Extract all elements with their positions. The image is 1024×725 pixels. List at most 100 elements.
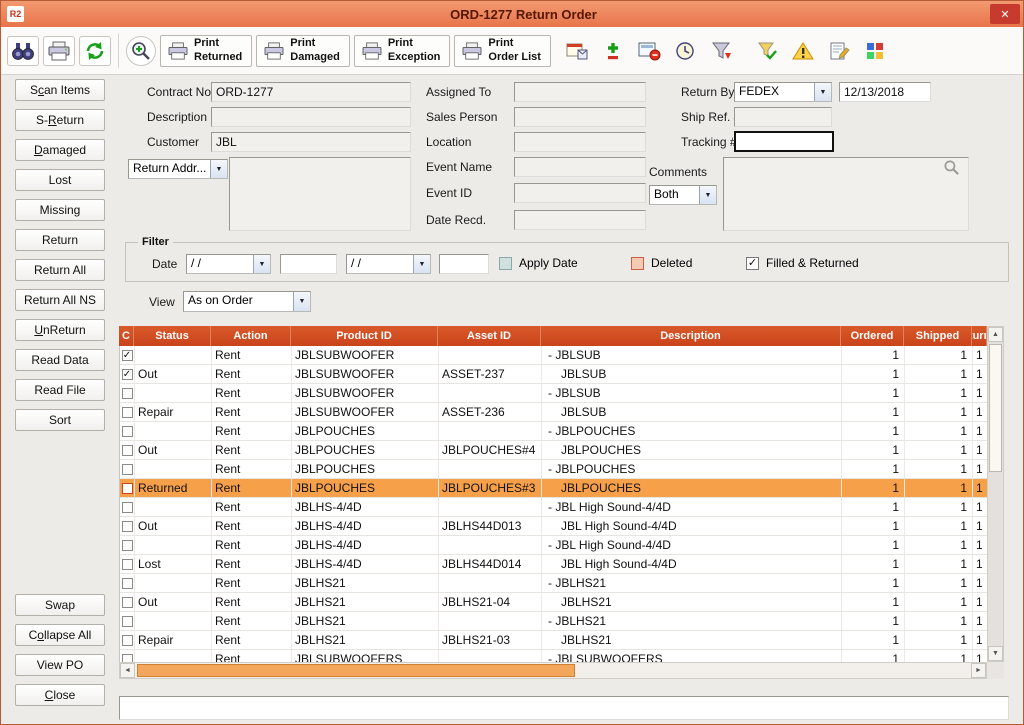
- table-row[interactable]: RentJBLPOUCHES- JBLPOUCHES111: [120, 422, 1004, 441]
- scroll-up-icon[interactable]: [988, 327, 1003, 342]
- ship-ref-field[interactable]: [734, 107, 832, 127]
- table-row[interactable]: RentJBLSUBWOOFERS- JBLSUBWOOFERS111: [120, 650, 1004, 662]
- sidebar-button-swap[interactable]: Swap: [15, 594, 105, 616]
- edit-notes-icon[interactable]: [823, 36, 855, 66]
- table-row[interactable]: RentJBLSUBWOOFER- JBLSUB111: [120, 346, 1004, 365]
- chevron-down-icon[interactable]: [210, 160, 227, 178]
- chevron-down-icon[interactable]: [413, 255, 430, 273]
- table-row[interactable]: RentJBLSUBWOOFER- JBLSUB111: [120, 384, 1004, 403]
- column-header-returned[interactable]: Returned: [972, 326, 987, 346]
- checkbox-box[interactable]: ✓: [746, 257, 759, 270]
- sidebar-button-return-all[interactable]: Return All: [15, 259, 105, 281]
- print-order-list-button[interactable]: PrintOrder List: [454, 35, 551, 67]
- filter-date-from-combo[interactable]: / /: [186, 254, 271, 274]
- tracking-field[interactable]: [734, 131, 834, 152]
- table-row[interactable]: OutRentJBLSUBWOOFERASSET-237JBLSUB111: [120, 365, 1004, 384]
- checkbox-deleted[interactable]: Deleted: [631, 256, 692, 270]
- table-row[interactable]: RepairRentJBLSUBWOOFERASSET-236JBLSUB111: [120, 403, 1004, 422]
- sidebar-button-collapse-all[interactable]: Collapse All: [15, 624, 105, 646]
- column-header-asset_id[interactable]: Asset ID: [438, 326, 541, 346]
- row-checkbox[interactable]: [122, 388, 133, 399]
- table-row[interactable]: LostRentJBLHS-4/4DJBLHS44D014JBL High So…: [120, 555, 1004, 574]
- column-header-action[interactable]: Action: [211, 326, 291, 346]
- table-row[interactable]: RentJBLHS21- JBLHS21111: [120, 612, 1004, 631]
- print-exception-button[interactable]: PrintException: [354, 35, 451, 67]
- refresh-icon[interactable]: [79, 36, 111, 66]
- row-checkbox[interactable]: [122, 407, 133, 418]
- sidebar-button-return[interactable]: Return: [15, 229, 105, 251]
- row-checkbox[interactable]: [122, 426, 133, 437]
- email-alert-icon[interactable]: [633, 36, 665, 66]
- event-name-field[interactable]: [514, 157, 646, 177]
- return-by-combo[interactable]: FEDEX: [734, 82, 832, 102]
- history-clock-icon[interactable]: [669, 36, 701, 66]
- filter-date-to-combo[interactable]: / /: [346, 254, 431, 274]
- print-returned-button[interactable]: PrintReturned: [160, 35, 252, 67]
- warning-triangle-icon[interactable]: [787, 36, 819, 66]
- column-header-status[interactable]: Status: [134, 326, 211, 346]
- return-date-field[interactable]: 12/13/2018: [839, 82, 931, 102]
- print-icon[interactable]: [43, 36, 75, 66]
- scan-search-icon[interactable]: [126, 36, 156, 66]
- row-checkbox[interactable]: [122, 369, 133, 380]
- customer-field[interactable]: JBL: [211, 132, 411, 152]
- column-header-ordered[interactable]: Ordered: [841, 326, 904, 346]
- horizontal-scroll-thumb[interactable]: [137, 664, 575, 677]
- sidebar-button-scan-items[interactable]: Scan Items: [15, 79, 105, 101]
- sidebar-button-close[interactable]: Close: [15, 684, 105, 706]
- scroll-down-icon[interactable]: [988, 646, 1003, 661]
- print-damaged-button[interactable]: PrintDamaged: [256, 35, 350, 67]
- table-row[interactable]: ReturnedRentJBLPOUCHESJBLPOUCHES#3JBLPOU…: [120, 479, 1004, 498]
- table-row[interactable]: RentJBLPOUCHES- JBLPOUCHES111: [120, 460, 1004, 479]
- comments-filter-combo[interactable]: Both: [649, 185, 717, 205]
- filter-check-icon[interactable]: [751, 36, 783, 66]
- add-icon[interactable]: [597, 36, 629, 66]
- column-header-shipped[interactable]: Shipped: [904, 326, 972, 346]
- close-button[interactable]: ✕: [990, 4, 1020, 24]
- chevron-down-icon[interactable]: [814, 83, 831, 101]
- scroll-right-icon[interactable]: [971, 663, 986, 678]
- table-row[interactable]: RentJBLHS-4/4D- JBL High Sound-4/4D111: [120, 536, 1004, 555]
- table-row[interactable]: OutRentJBLHS-4/4DJBLHS44D013JBL High Sou…: [120, 517, 1004, 536]
- column-header-description[interactable]: Description: [541, 326, 841, 346]
- sidebar-button-unreturn[interactable]: UnReturn: [15, 319, 105, 341]
- row-checkbox[interactable]: [122, 464, 133, 475]
- table-row[interactable]: OutRentJBLPOUCHESJBLPOUCHES#4JBLPOUCHES1…: [120, 441, 1004, 460]
- table-row[interactable]: RepairRentJBLHS21JBLHS21-03JBLHS21111: [120, 631, 1004, 650]
- contract-no-field[interactable]: ORD-1277: [211, 82, 411, 102]
- row-checkbox[interactable]: [122, 483, 133, 494]
- magnifier-icon[interactable]: [943, 159, 960, 181]
- row-checkbox[interactable]: [122, 578, 133, 589]
- return-address-box[interactable]: [229, 157, 411, 231]
- event-id-field[interactable]: [514, 183, 646, 203]
- scroll-left-icon[interactable]: [120, 663, 135, 678]
- sidebar-button-view-po[interactable]: View PO: [15, 654, 105, 676]
- row-checkbox[interactable]: [122, 445, 133, 456]
- filter-funnel-icon[interactable]: [705, 36, 737, 66]
- chevron-down-icon[interactable]: [293, 292, 310, 311]
- row-checkbox[interactable]: [122, 654, 133, 663]
- chevron-down-icon[interactable]: [253, 255, 270, 273]
- sidebar-button-read-file[interactable]: Read File: [15, 379, 105, 401]
- vertical-scrollbar[interactable]: [987, 326, 1004, 662]
- sidebar-button-lost[interactable]: Lost: [15, 169, 105, 191]
- assigned-to-field[interactable]: [514, 82, 646, 102]
- sidebar-button-sort[interactable]: Sort: [15, 409, 105, 431]
- column-header-checked[interactable]: C: [119, 326, 134, 346]
- comments-box[interactable]: [723, 157, 969, 231]
- sidebar-button-read-data[interactable]: Read Data: [15, 349, 105, 371]
- binoculars-icon[interactable]: [7, 36, 39, 66]
- table-row[interactable]: OutRentJBLHS21JBLHS21-04JBLHS21111: [120, 593, 1004, 612]
- vertical-scroll-thumb[interactable]: [989, 344, 1002, 472]
- sidebar-button-damaged[interactable]: Damaged: [15, 139, 105, 161]
- table-row[interactable]: RentJBLHS-4/4D- JBL High Sound-4/4D111: [120, 498, 1004, 517]
- checkbox-apply-date[interactable]: Apply Date: [499, 256, 578, 270]
- description-field[interactable]: [211, 107, 411, 127]
- horizontal-scrollbar[interactable]: [119, 662, 987, 679]
- row-checkbox[interactable]: [122, 635, 133, 646]
- row-checkbox[interactable]: [122, 502, 133, 513]
- sidebar-button-s-return[interactable]: S-Return: [15, 109, 105, 131]
- date-recd-field[interactable]: [514, 210, 646, 230]
- row-checkbox[interactable]: [122, 559, 133, 570]
- location-field[interactable]: [514, 132, 646, 152]
